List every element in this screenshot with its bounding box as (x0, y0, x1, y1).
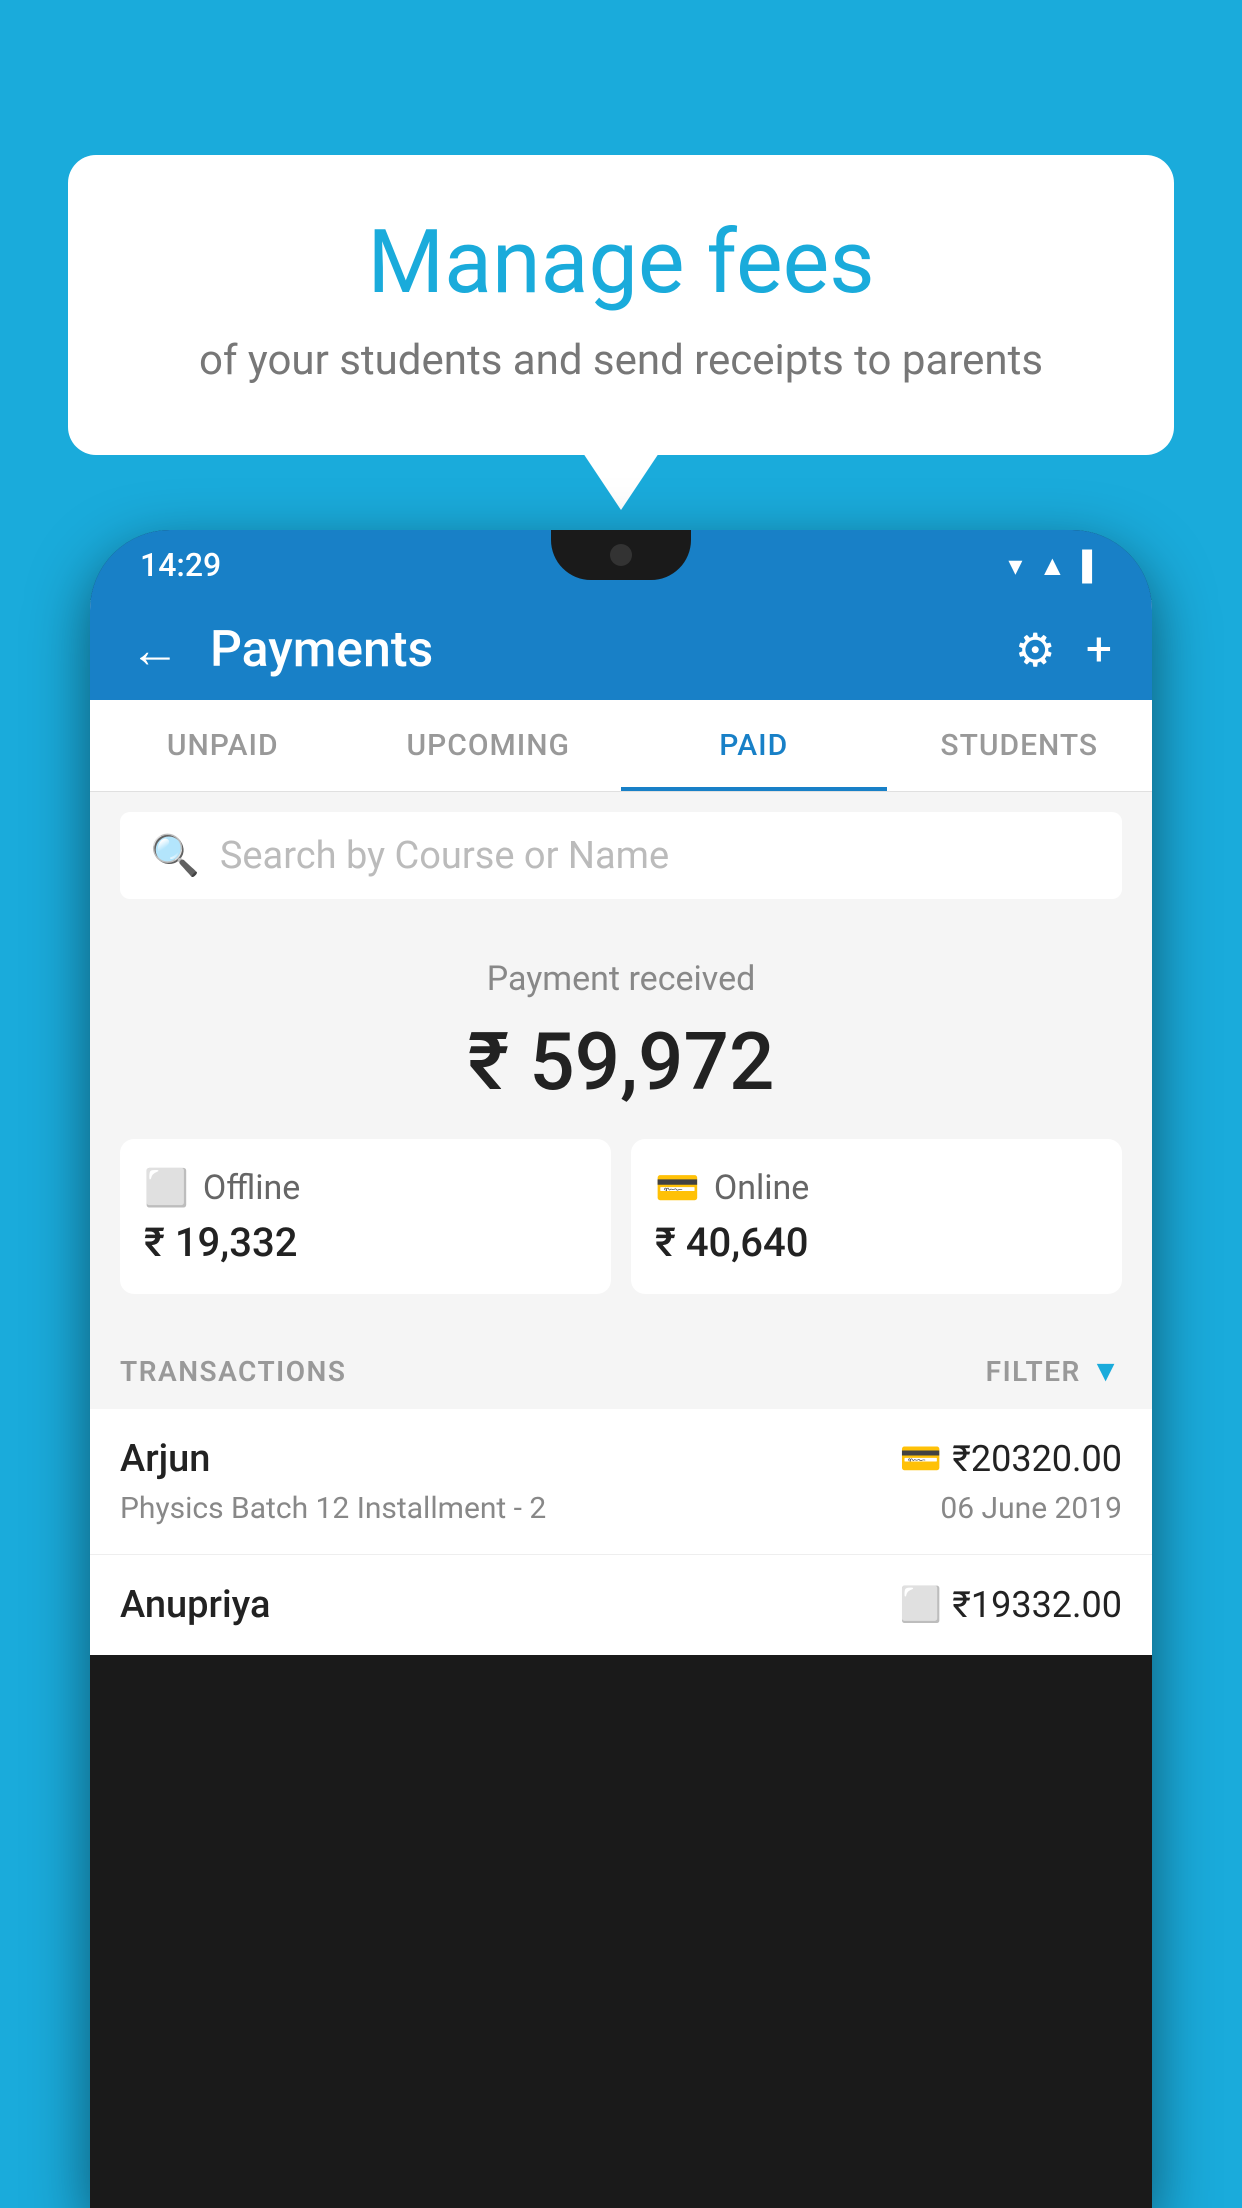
table-row[interactable]: Anupriya ⬜ ₹19332.00 (90, 1555, 1152, 1655)
transaction-list: Arjun 💳 ₹20320.00 Physics Batch 12 Insta… (90, 1409, 1152, 1655)
speech-bubble-container: Manage fees of your students and send re… (68, 155, 1174, 455)
signal-icon: ▲ (1038, 549, 1066, 582)
payment-total: ₹ 59,972 (120, 1015, 1122, 1109)
back-button[interactable]: ← (130, 621, 180, 680)
speech-bubble: Manage fees of your students and send re… (68, 155, 1174, 455)
payment-type-icon: ⬜ (900, 1585, 942, 1625)
transaction-amount: ₹20320.00 (952, 1438, 1122, 1480)
filter-button[interactable]: FILTER ▼ (986, 1354, 1122, 1389)
filter-icon: ▼ (1091, 1354, 1122, 1389)
transactions-header: TRANSACTIONS FILTER ▼ (90, 1334, 1152, 1409)
payment-cards: ⬜ Offline ₹ 19,332 💳 Online ₹ 40,640 (120, 1139, 1122, 1294)
payment-label: Payment received (120, 959, 1122, 999)
header-icons: ⚙ + (1015, 623, 1112, 678)
payment-summary: Payment received ₹ 59,972 ⬜ Offline ₹ 19… (90, 919, 1152, 1334)
transaction-date: 06 June 2019 (940, 1491, 1122, 1526)
offline-label: Offline (203, 1168, 300, 1208)
offline-card: ⬜ Offline ₹ 19,332 (120, 1139, 611, 1294)
filter-label: FILTER (986, 1355, 1081, 1388)
search-icon: 🔍 (150, 832, 200, 879)
offline-icon: ⬜ (144, 1167, 189, 1209)
phone-frame: 14:29 ▾ ▲ ▌ ← Payments ⚙ + (90, 530, 1152, 2208)
settings-button[interactable]: ⚙ (1015, 623, 1056, 678)
online-card: 💳 Online ₹ 40,640 (631, 1139, 1122, 1294)
transactions-label: TRANSACTIONS (120, 1355, 346, 1388)
phone-container: 14:29 ▾ ▲ ▌ ← Payments ⚙ + (90, 530, 1152, 2208)
add-button[interactable]: + (1086, 623, 1112, 677)
online-icon: 💳 (655, 1167, 700, 1209)
payment-type-icon: 💳 (900, 1439, 942, 1479)
transaction-amount: ₹19332.00 (952, 1584, 1122, 1626)
transaction-amount-row: 💳 ₹20320.00 (900, 1438, 1122, 1480)
status-icons: ▾ ▲ ▌ (1008, 549, 1102, 582)
tab-unpaid[interactable]: UNPAID (90, 700, 356, 791)
tab-paid[interactable]: PAID (621, 700, 887, 791)
notch (551, 530, 691, 580)
transaction-course: Physics Batch 12 Installment - 2 (120, 1491, 546, 1526)
transaction-name: Arjun (120, 1437, 210, 1481)
search-bar[interactable]: 🔍 Search by Course or Name (120, 812, 1122, 899)
offline-amount: ₹ 19,332 (144, 1219, 587, 1266)
tabs-bar: UNPAID UPCOMING PAID STUDENTS (90, 700, 1152, 792)
bubble-subtitle: of your students and send receipts to pa… (148, 336, 1094, 385)
online-label: Online (714, 1168, 810, 1208)
online-amount: ₹ 40,640 (655, 1219, 1098, 1266)
tab-upcoming[interactable]: UPCOMING (356, 700, 622, 791)
status-bar: 14:29 ▾ ▲ ▌ (90, 530, 1152, 600)
transaction-name: Anupriya (120, 1583, 270, 1627)
battery-icon: ▌ (1082, 549, 1102, 582)
search-container: 🔍 Search by Course or Name (90, 792, 1152, 919)
transaction-amount-row: ⬜ ₹19332.00 (900, 1584, 1122, 1626)
tab-students[interactable]: STUDENTS (887, 700, 1153, 791)
wifi-icon: ▾ (1008, 549, 1022, 582)
camera (610, 544, 632, 566)
app-header: ← Payments ⚙ + (90, 600, 1152, 700)
page-title: Payments (210, 621, 1015, 679)
table-row[interactable]: Arjun 💳 ₹20320.00 Physics Batch 12 Insta… (90, 1409, 1152, 1555)
bubble-title: Manage fees (148, 215, 1094, 312)
search-input[interactable]: Search by Course or Name (220, 834, 669, 878)
status-time: 14:29 (140, 546, 221, 584)
phone-screen: ← Payments ⚙ + UNPAID UPCOMING PAID (90, 600, 1152, 1655)
